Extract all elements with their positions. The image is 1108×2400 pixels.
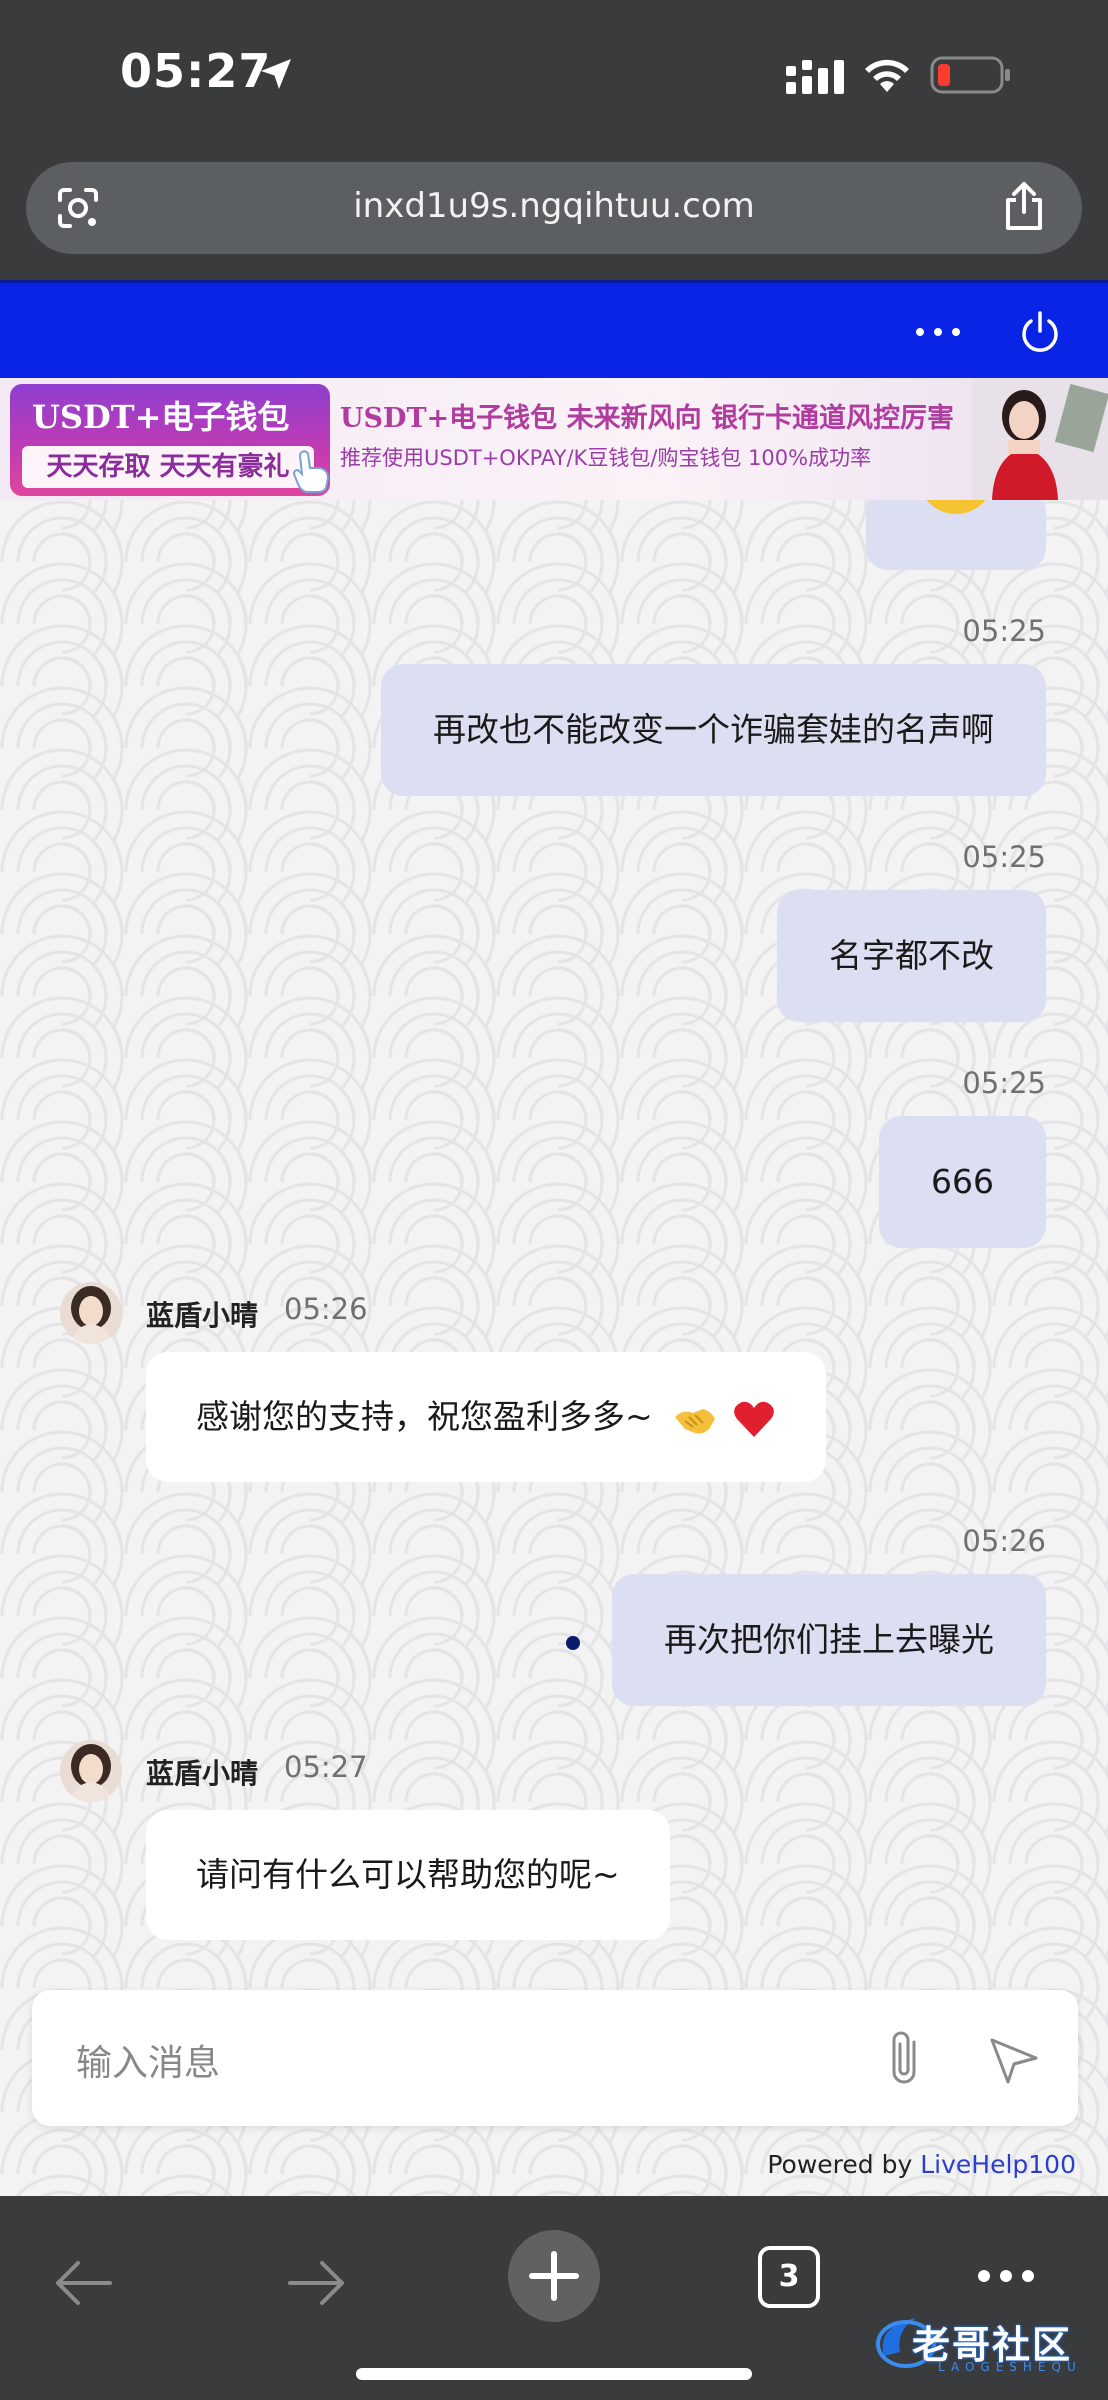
handshake-emoji-icon: [675, 1408, 716, 1433]
share-icon[interactable]: [1002, 180, 1046, 232]
back-arrow-icon[interactable]: [52, 2258, 114, 2308]
tab-switcher-button[interactable]: 3: [758, 2246, 820, 2308]
message-time: 05:25: [962, 614, 1046, 648]
outgoing-message-bubble[interactable]: 666: [879, 1116, 1046, 1248]
outgoing-message-bubble[interactable]: 再改也不能改变一个诈骗套娃的名声啊: [381, 664, 1046, 796]
ad-banner-badge: USDT+电子钱包 天天存取 天天有豪礼: [10, 384, 330, 496]
chat-message-list[interactable]: 05:25 再改也不能改变一个诈骗套娃的名声啊 05:25 名字都不改 05:2…: [0, 500, 1108, 2196]
agent-avatar[interactable]: [60, 1282, 122, 1344]
send-icon[interactable]: [988, 2034, 1040, 2086]
agent-name: 蓝盾小晴: [146, 1757, 259, 1790]
ad-badge-title: USDT+电子钱包: [32, 398, 290, 436]
battery-low-icon: [930, 56, 1010, 94]
chat-header: [0, 280, 1108, 378]
paperclip-icon[interactable]: [884, 2028, 924, 2090]
pointing-hand-icon: [292, 450, 330, 493]
message-time: 05:27: [284, 1750, 368, 1784]
ad-banner[interactable]: USDT+电子钱包 天天存取 天天有豪礼 USDT+电子钱包 未来新风向 银行卡…: [0, 378, 1108, 500]
more-options-icon[interactable]: [912, 317, 964, 347]
location-arrow-icon: [261, 59, 291, 89]
outgoing-message-bubble[interactable]: 名字都不改: [777, 890, 1046, 1022]
ad-badge-subtitle: 天天存取 天天有豪礼: [22, 446, 314, 488]
incoming-message-bubble[interactable]: 感谢您的支持，祝您盈利多多~: [146, 1352, 826, 1482]
message-composer[interactable]: 输入消息: [32, 1990, 1078, 2126]
home-indicator[interactable]: [356, 2368, 752, 2380]
status-bar: 05:27: [0, 0, 1108, 150]
message-time: 05:25: [962, 1066, 1046, 1100]
power-icon[interactable]: [1016, 309, 1064, 357]
watermark-subtext: LAOGESHEQU: [938, 2360, 1082, 2374]
incoming-message-bubble[interactable]: 请问有什么可以帮助您的呢~: [146, 1810, 670, 1940]
outgoing-message-bubble[interactable]: 再次把你们挂上去曝光: [612, 1574, 1046, 1706]
livehelp-link[interactable]: LiveHelp100: [920, 2150, 1076, 2179]
watermark-logo: 老哥社区 LAOGESHEQU: [866, 2306, 1098, 2378]
emoji-sticker-icon: [918, 500, 994, 514]
status-time: 05:27: [120, 44, 272, 98]
wifi-icon: [865, 59, 909, 92]
message-status-dot: [566, 1636, 580, 1650]
ad-subline: 推荐使用USDT+OKPAY/K豆钱包/购宝钱包 100%成功率: [340, 446, 872, 470]
previous-message-bubble: [866, 500, 1046, 570]
browser-toolbar: 3 老哥社区 LAOGESHEQU: [0, 2196, 1108, 2400]
address-bar[interactable]: inxd1u9s.ngqihtuu.com: [26, 162, 1082, 254]
red-heart-emoji-icon: [733, 1401, 774, 1437]
cellular-signal-icon: [786, 60, 844, 94]
ad-headline: USDT+电子钱包 未来新风向 银行卡通道风控厉害: [340, 403, 954, 434]
incoming-message-text: 感谢您的支持，祝您盈利多多~: [196, 1397, 653, 1436]
message-time: 05:26: [962, 1524, 1046, 1558]
menu-dots-icon[interactable]: [976, 2266, 1036, 2286]
powered-by-label: Powered by: [767, 2150, 921, 2179]
agent-avatar[interactable]: [60, 1740, 122, 1802]
url-text[interactable]: inxd1u9s.ngqihtuu.com: [26, 186, 1082, 226]
ad-model-image: [972, 378, 1108, 500]
message-time: 05:26: [284, 1292, 368, 1326]
new-tab-button[interactable]: [508, 2230, 600, 2322]
message-time: 05:25: [962, 840, 1046, 874]
forward-arrow-icon[interactable]: [286, 2258, 348, 2308]
message-input[interactable]: 输入消息: [76, 2034, 220, 2086]
powered-by: Powered by LiveHelp100: [767, 2150, 1076, 2179]
plus-icon: [529, 2251, 579, 2301]
agent-name: 蓝盾小晴: [146, 1299, 259, 1332]
